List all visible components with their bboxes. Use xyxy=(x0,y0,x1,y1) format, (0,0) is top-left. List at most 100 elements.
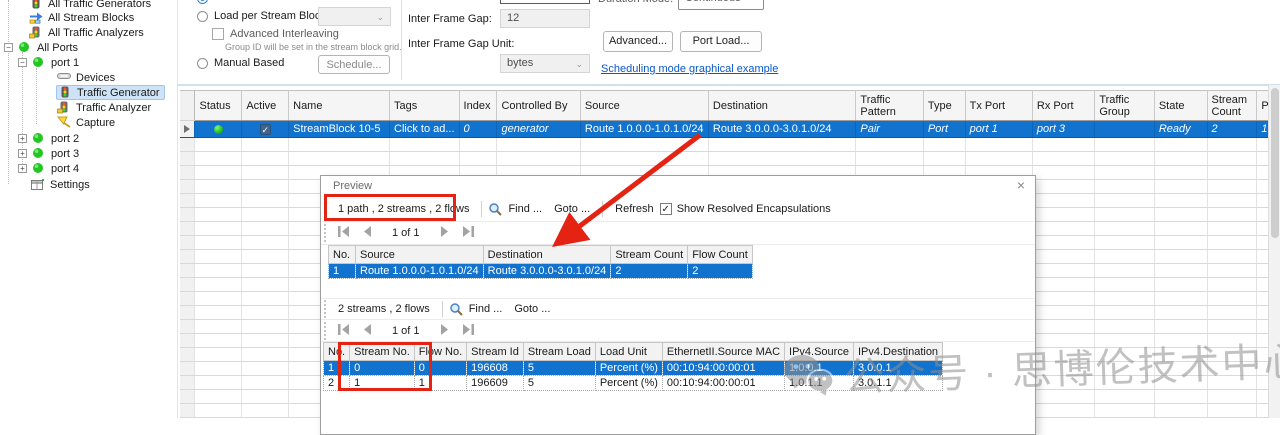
refresh-button[interactable]: Refresh xyxy=(609,203,660,215)
grid-cell[interactable] xyxy=(1032,292,1094,306)
grid-column-header[interactable]: Name xyxy=(289,91,390,121)
grid-cell[interactable]: 2 xyxy=(1207,121,1257,138)
streams-table-cell[interactable]: 5 xyxy=(523,361,595,376)
grid-cell[interactable] xyxy=(1095,166,1155,180)
grid-cell[interactable] xyxy=(708,152,856,166)
grid-cell[interactable] xyxy=(195,166,242,180)
tree-item-port-4[interactable]: +port 4 xyxy=(18,161,83,176)
grid-cell[interactable] xyxy=(1095,152,1155,166)
paths-table-column-header[interactable]: Stream Count xyxy=(611,246,688,264)
tree-expander-icon[interactable]: + xyxy=(18,164,27,173)
grid-cell[interactable] xyxy=(242,320,289,334)
grid-column-header[interactable]: Traffic Group xyxy=(1095,91,1155,121)
grid-cell[interactable] xyxy=(242,362,289,376)
grid-cell[interactable] xyxy=(1207,306,1257,320)
scrollbar-thumb[interactable] xyxy=(1271,88,1279,238)
goto-button[interactable]: Goto ... xyxy=(508,303,556,315)
grid-empty-row[interactable] xyxy=(180,152,1280,166)
grid-column-header[interactable]: Tx Port xyxy=(965,91,1032,121)
grid-cell[interactable] xyxy=(242,264,289,278)
grid-cell[interactable] xyxy=(1154,180,1207,194)
grid-cell[interactable] xyxy=(1095,121,1155,138)
grid-cell[interactable] xyxy=(1095,180,1155,194)
schedule-button[interactable]: Schedule... xyxy=(318,55,390,74)
grid-cell[interactable] xyxy=(195,404,242,418)
grid-column-header[interactable]: Status xyxy=(195,91,242,121)
grid-cell[interactable]: Ready xyxy=(1154,121,1207,138)
load-per-stream-block-radio[interactable] xyxy=(197,11,208,22)
previous-page-icon[interactable] xyxy=(363,226,372,240)
streams-table-column-header[interactable]: Stream Id xyxy=(467,343,524,361)
grid-row-selector[interactable] xyxy=(180,222,195,236)
tree-item-port-1[interactable]: −port 1 xyxy=(18,55,83,70)
grid-row-selector[interactable] xyxy=(180,292,195,306)
grid-cell[interactable] xyxy=(195,152,242,166)
grid-cell[interactable] xyxy=(242,278,289,292)
grid-cell[interactable] xyxy=(242,222,289,236)
grid-cell[interactable] xyxy=(195,320,242,334)
grid-row-selector[interactable] xyxy=(180,278,195,292)
grid-cell[interactable] xyxy=(195,121,242,138)
first-page-icon[interactable] xyxy=(338,226,351,240)
grid-row-selector[interactable] xyxy=(180,264,195,278)
grid-cell[interactable] xyxy=(1095,138,1155,152)
scheduling-mode-radio-partial[interactable] xyxy=(197,0,208,4)
grid-cell[interactable] xyxy=(1207,166,1257,180)
grid-empty-row[interactable] xyxy=(180,138,1280,152)
grid-row-selector[interactable] xyxy=(180,348,195,362)
grid-cell[interactable] xyxy=(242,236,289,250)
previous-page-icon[interactable] xyxy=(363,324,372,338)
grid-cell[interactable] xyxy=(242,250,289,264)
tree-expander-icon[interactable]: − xyxy=(4,43,13,52)
grid-cell[interactable]: 0 xyxy=(459,121,497,138)
grid-cell[interactable] xyxy=(1032,236,1094,250)
scheduling-mode-example-link[interactable]: Scheduling mode graphical example xyxy=(601,63,778,75)
grid-cell[interactable] xyxy=(1154,292,1207,306)
grid-cell[interactable] xyxy=(1095,250,1155,264)
grid-cell[interactable] xyxy=(1095,404,1155,418)
grid-cell[interactable] xyxy=(195,180,242,194)
grid-column-header[interactable]: Traffic Pattern xyxy=(856,91,923,121)
tree-item-devices[interactable]: Devices xyxy=(56,70,119,85)
grid-column-header[interactable]: Active xyxy=(242,91,289,121)
grid-cell[interactable] xyxy=(1095,264,1155,278)
grid-cell[interactable]: Route 3.0.0.0-3.0.1.0/24 xyxy=(708,121,856,138)
first-page-icon[interactable] xyxy=(338,324,351,338)
grid-corner-cell[interactable] xyxy=(180,91,195,121)
grid-cell[interactable] xyxy=(195,306,242,320)
grid-cell[interactable] xyxy=(195,292,242,306)
grid-cell[interactable] xyxy=(497,152,580,166)
grid-cell[interactable] xyxy=(242,166,289,180)
grid-cell[interactable] xyxy=(1032,166,1094,180)
active-checkbox[interactable]: ✓ xyxy=(260,124,271,135)
grid-cell[interactable] xyxy=(1095,292,1155,306)
grid-cell[interactable] xyxy=(459,138,497,152)
grid-cell[interactable] xyxy=(1095,306,1155,320)
streams-table-cell[interactable]: 00:10:94:00:00:01 xyxy=(662,361,784,376)
tree-item-capture[interactable]: Capture xyxy=(56,115,119,130)
streams-table-column-header[interactable]: EthernetII.Source MAC xyxy=(662,343,784,361)
streams-table-cell[interactable]: Percent (%) xyxy=(595,376,662,391)
grid-cell[interactable] xyxy=(1207,138,1257,152)
grid-cell[interactable] xyxy=(195,334,242,348)
grid-cell[interactable] xyxy=(1032,180,1094,194)
paths-table-cell[interactable]: 2 xyxy=(611,264,688,279)
grid-cell[interactable] xyxy=(1154,264,1207,278)
last-page-icon[interactable] xyxy=(461,226,474,240)
streams-table-column-header[interactable]: Load Unit xyxy=(595,343,662,361)
tree-item-traffic-generator[interactable]: Traffic Generator xyxy=(56,85,165,100)
grid-cell[interactable] xyxy=(1154,250,1207,264)
grid-row-selector[interactable] xyxy=(180,306,195,320)
grid-cell[interactable] xyxy=(459,152,497,166)
grid-cell[interactable] xyxy=(289,138,390,152)
grid-cell[interactable] xyxy=(1032,278,1094,292)
grid-cell[interactable] xyxy=(195,376,242,390)
tree-expander-icon[interactable]: + xyxy=(18,149,27,158)
burst-size-field-partial[interactable] xyxy=(500,0,590,4)
grid-cell[interactable]: StreamBlock 10-5 xyxy=(289,121,390,138)
grid-cell[interactable] xyxy=(1032,138,1094,152)
grid-cell[interactable] xyxy=(1032,222,1094,236)
goto-button[interactable]: Goto ... xyxy=(548,203,596,215)
grid-cell[interactable] xyxy=(1207,264,1257,278)
paths-table-cell[interactable]: Route 1.0.0.0-1.0.1.0/24 xyxy=(356,264,484,279)
